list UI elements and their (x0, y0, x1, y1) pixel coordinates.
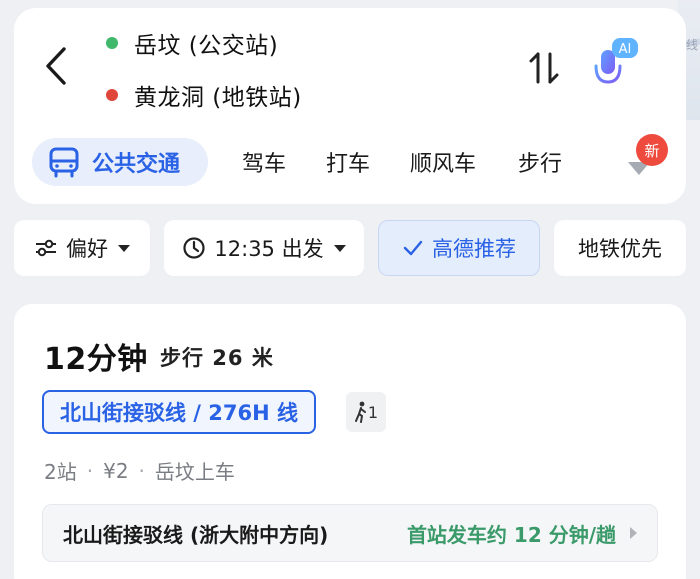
subway-first-label: 地铁优先 (578, 237, 662, 261)
route-meta: 2站 · ¥2 · 岳坟上车 (44, 456, 235, 485)
origin-field[interactable]: 岳坟 (公交站) (106, 26, 278, 60)
caret-down-icon (333, 244, 346, 252)
stop-count: 2站 (44, 460, 77, 484)
caret-down-icon (118, 244, 130, 252)
sliders-icon (34, 237, 58, 259)
walk-distance: 步行 26 米 (160, 346, 274, 370)
bus-line-badge: 北山街接驳线 / 276H 线 (42, 390, 317, 434)
route-planner-screen: 线 岳坟 (公交站) 黄龙洞 (地铁站) AI 公共交通 驾车 打车 顺风车 步… (0, 0, 700, 579)
check-icon (402, 239, 424, 257)
ai-microphone-icon: AI (594, 38, 638, 92)
departure-frequency: 首站发车约 12 分钟/趟 (406, 522, 616, 547)
new-badge: 新 (636, 134, 668, 166)
tab-carpool[interactable]: 顺风车 (410, 138, 476, 186)
clock-icon (182, 236, 206, 260)
travel-mode-tabs: 公共交通 驾车 打车 顺风车 步行 新 (32, 134, 674, 186)
separator-dot: · (86, 458, 94, 483)
preference-filter[interactable]: 偏好 (14, 220, 150, 276)
origin-name: 岳坟 (公交站) (134, 33, 279, 59)
route-input-card: 岳坟 (公交站) 黄龙洞 (地铁站) AI 公共交通 驾车 打车 顺风车 步行 … (14, 8, 686, 204)
walking-person-icon (354, 401, 366, 423)
walk-segment-chip: 1 (346, 392, 386, 432)
swap-button[interactable] (524, 48, 564, 88)
chevron-right-icon (630, 527, 637, 539)
departure-time-filter[interactable]: 12:35 出发 (164, 220, 364, 276)
destination-name: 黄龙洞 (地铁站) (134, 85, 302, 111)
destination-field[interactable]: 黄龙洞 (地铁站) (106, 78, 302, 112)
subway-first-filter[interactable]: 地铁优先 (554, 220, 686, 276)
back-button[interactable] (38, 44, 74, 88)
departure-time-label: 12:35 出发 (214, 237, 324, 261)
walk-segment-count: 1 (367, 402, 379, 422)
line-detail-row[interactable]: 北山街接驳线 (浙大附中方向) 首站发车约 12 分钟/趟 (42, 504, 658, 562)
origin-dot (106, 37, 118, 49)
tab-public-transit[interactable]: 公共交通 (32, 138, 208, 186)
recommended-filter[interactable]: 高德推荐 (378, 220, 540, 276)
chevron-left-icon (46, 47, 66, 85)
tab-walk[interactable]: 步行 (518, 138, 562, 186)
tab-taxi[interactable]: 打车 (326, 138, 370, 186)
fare: ¥2 (103, 458, 129, 483)
line-direction: 北山街接驳线 (浙大附中方向) (63, 522, 329, 547)
preference-label: 偏好 (66, 237, 108, 261)
route-result-card[interactable]: 12分钟 步行 26 米 北山街接驳线 / 276H 线 1 2站 · ¥2 ·… (14, 304, 686, 579)
ai-voice-button[interactable]: AI (588, 38, 640, 94)
recommended-label: 高德推荐 (432, 237, 516, 261)
map-label: 线 (685, 38, 698, 52)
more-modes-button[interactable]: 新 (624, 134, 674, 186)
swap-vertical-icon (529, 52, 559, 84)
separator-dot: · (138, 458, 145, 483)
tab-drive[interactable]: 驾车 (242, 138, 286, 186)
boarding-stop: 岳坟上车 (154, 460, 235, 484)
trip-duration: 12分钟 (44, 342, 148, 377)
destination-dot (106, 89, 118, 101)
bus-icon (49, 147, 79, 178)
ai-label: AI (619, 42, 632, 57)
tab-public-transit-label: 公共交通 (92, 152, 181, 177)
